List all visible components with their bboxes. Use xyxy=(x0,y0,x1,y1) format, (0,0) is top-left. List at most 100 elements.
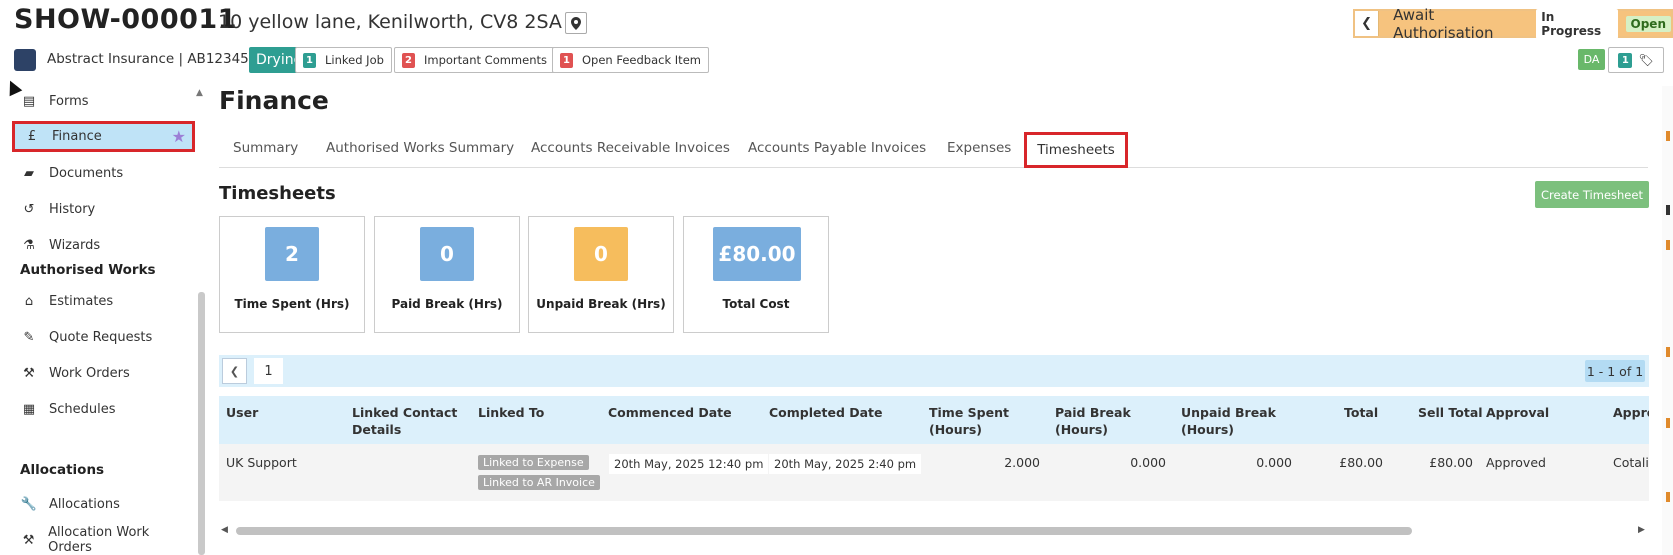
sidebar-item-label: Allocation Work Orders xyxy=(48,525,150,555)
estimate-icon: ⌂ xyxy=(24,293,34,309)
stat-unpaid-break: 0 Unpaid Break (Hrs) xyxy=(528,216,674,333)
cell-completed-date: 20th May, 2025 2:40 pm xyxy=(769,454,922,474)
sidebar-item-label: Work Orders xyxy=(49,365,130,381)
wizard-icon: ⚗ xyxy=(23,237,35,253)
sidebar-item-work-orders[interactable]: ⚒ Work Orders xyxy=(20,358,190,388)
cell-total: £80.00 xyxy=(1339,455,1383,470)
sidebar-item-quote-requests[interactable]: ✎ Quote Requests xyxy=(20,322,190,352)
right-edge-marker xyxy=(1666,492,1670,502)
stat-label: Total Cost xyxy=(722,297,790,311)
pager-page-number[interactable]: 1 xyxy=(254,358,283,384)
stat-label: Time Spent (Hrs) xyxy=(234,297,350,311)
sidebar-item-allocation-work-orders[interactable]: ⚒ Allocation Work Orders xyxy=(20,525,190,555)
stat-value: £80.00 xyxy=(713,227,801,281)
col-linked-to[interactable]: Linked To xyxy=(478,404,544,421)
sidebar-item-wizards[interactable]: ⚗ Wizards xyxy=(20,230,190,260)
col-paid-break-line2: (Hours) xyxy=(1055,422,1108,437)
insurer-reference: Abstract Insurance | AB123456 xyxy=(47,51,258,67)
hammer-icon: ⚒ xyxy=(23,365,35,381)
tags-chip[interactable]: 1 🏷 xyxy=(1608,47,1664,73)
right-edge-marker xyxy=(1666,205,1670,215)
sidebar-item-label: Estimates xyxy=(49,293,114,309)
col-time-spent[interactable]: Time Spent (Hours) xyxy=(929,404,1009,438)
tab-authorised-works-summary[interactable]: Authorised Works Summary xyxy=(326,140,514,156)
col-approval[interactable]: Approval xyxy=(1486,404,1549,421)
col-unpaid-break-line2: (Hours) xyxy=(1181,422,1234,437)
cell-commenced-date: 20th May, 2025 12:40 pm xyxy=(609,454,769,474)
tab-summary[interactable]: Summary xyxy=(233,140,298,156)
tab-accounts-payable-invoices[interactable]: Accounts Payable Invoices xyxy=(748,140,926,156)
col-unpaid-break-line1: Unpaid Break xyxy=(1181,405,1276,420)
linked-job-chip[interactable]: 1 Linked Job xyxy=(295,47,392,73)
right-edge-marker xyxy=(1666,347,1670,357)
right-edge-marker xyxy=(1666,418,1670,428)
chevron-left-icon: ❮ xyxy=(1361,16,1372,31)
col-unpaid-break[interactable]: Unpaid Break (Hours) xyxy=(1181,404,1276,438)
sidebar-item-estimates[interactable]: ⌂ Estimates xyxy=(20,286,190,316)
calendar-icon: ▦ xyxy=(22,401,36,417)
sidebar-item-history[interactable]: ↺ History xyxy=(20,194,190,224)
col-total[interactable]: Total xyxy=(1344,404,1378,421)
table-horizontal-scroll-thumb[interactable] xyxy=(236,527,1412,535)
sidebar-scroll-thumb[interactable] xyxy=(198,292,205,555)
col-linked-contact[interactable]: Linked Contact Details xyxy=(352,404,457,438)
linked-expense-tag[interactable]: Linked to Expense xyxy=(478,455,589,470)
tab-expenses[interactable]: Expenses xyxy=(947,140,1011,156)
allocations-heading: Allocations xyxy=(20,462,105,478)
linked-ar-invoice-tag[interactable]: Linked to AR Invoice xyxy=(478,475,600,490)
col-commenced-date[interactable]: Commenced Date xyxy=(608,404,732,421)
folder-icon: ▰ xyxy=(24,165,34,181)
status-label: Await Authorisation xyxy=(1393,5,1494,42)
create-timesheet-button[interactable]: Create Timesheet xyxy=(1535,181,1649,208)
pager-prev-button[interactable]: ❮ xyxy=(222,358,247,384)
map-pin-icon xyxy=(571,16,581,30)
col-approved-by[interactable]: Appro xyxy=(1613,404,1649,421)
table-row[interactable] xyxy=(219,444,1649,501)
tag-count: 1 xyxy=(1618,52,1633,68)
map-pin-button[interactable] xyxy=(565,12,587,34)
authorised-works-heading: Authorised Works xyxy=(20,262,156,278)
sidebar: ▤ Forms £ Finance ★ ▰ Documents ↺ Histor… xyxy=(10,86,195,555)
sidebar-item-allocations[interactable]: 🔧 Allocations xyxy=(20,489,190,519)
tab-accounts-receivable-invoices[interactable]: Accounts Receivable Invoices xyxy=(531,140,730,156)
status-pill-in-progress: In Progress xyxy=(1536,8,1618,39)
right-edge-marker xyxy=(1666,131,1670,141)
tab-timesheets[interactable]: Timesheets xyxy=(1024,132,1128,168)
user-initials-badge[interactable]: DA xyxy=(1578,49,1605,70)
col-sell-total[interactable]: Sell Total xyxy=(1418,404,1483,421)
scroll-left-arrow-icon[interactable]: ◀ xyxy=(221,525,228,535)
col-user[interactable]: User xyxy=(226,404,258,421)
stat-value: 2 xyxy=(265,227,319,281)
section-title: Timesheets xyxy=(219,183,336,204)
job-status-box: ❮ Await Authorisation In Progress Open xyxy=(1353,6,1673,42)
sidebar-item-finance[interactable]: £ Finance ★ xyxy=(12,121,195,152)
important-comments-count: 2 xyxy=(402,52,415,68)
sidebar-item-schedules[interactable]: ▦ Schedules xyxy=(20,394,190,424)
sidebar-item-documents[interactable]: ▰ Documents xyxy=(20,158,190,188)
scroll-up-arrow-icon[interactable]: ▲ xyxy=(196,88,203,98)
cell-time-spent: 2.000 xyxy=(1004,455,1040,470)
linked-job-count: 1 xyxy=(303,52,316,68)
cell-approval: Approved xyxy=(1486,455,1546,470)
open-feedback-chip[interactable]: 1 Open Feedback Item xyxy=(552,47,709,73)
col-paid-break[interactable]: Paid Break (Hours) xyxy=(1055,404,1131,438)
favourite-star-icon[interactable]: ★ xyxy=(172,127,186,146)
chevron-left-icon: ❮ xyxy=(229,364,240,378)
stat-time-spent: 2 Time Spent (Hrs) xyxy=(219,216,365,333)
sidebar-item-label: Wizards xyxy=(49,237,101,253)
important-comments-label: Important Comments xyxy=(424,53,548,67)
col-completed-date[interactable]: Completed Date xyxy=(769,404,883,421)
status-back-button[interactable]: ❮ xyxy=(1355,11,1380,36)
sidebar-item-label: Allocations xyxy=(49,496,120,512)
stat-value: 0 xyxy=(574,227,628,281)
sidebar-item-label: Forms xyxy=(49,93,89,109)
col-time-spent-line2: (Hours) xyxy=(929,422,982,437)
page-title: Finance xyxy=(219,86,329,115)
sidebar-item-label: Finance xyxy=(52,129,102,144)
tag-icon: 🏷 xyxy=(1638,53,1654,67)
sidebar-item-label: Quote Requests xyxy=(49,329,153,345)
scroll-right-arrow-icon[interactable]: ▶ xyxy=(1638,525,1645,535)
open-feedback-label: Open Feedback Item xyxy=(582,53,701,67)
important-comments-chip[interactable]: 2 Important Comments xyxy=(394,47,556,73)
sidebar-item-forms[interactable]: ▤ Forms xyxy=(20,86,190,116)
